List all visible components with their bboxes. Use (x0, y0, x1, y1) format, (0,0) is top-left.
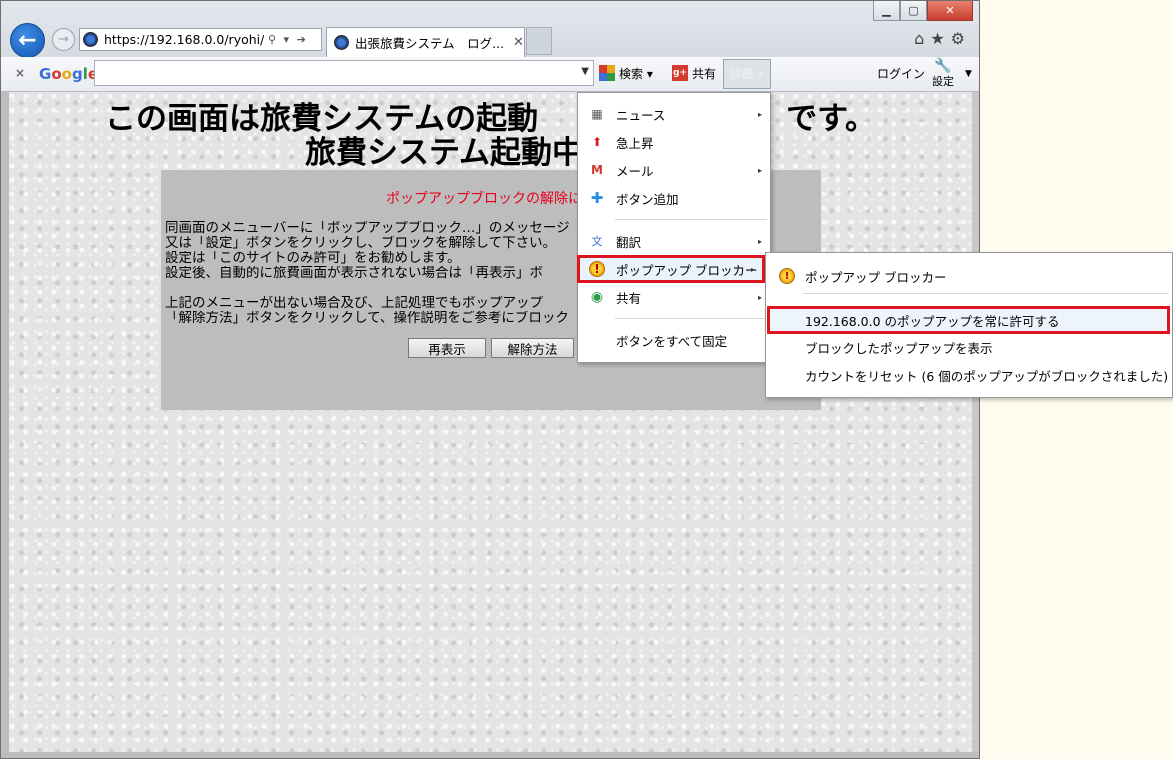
chevron-right-icon: ▸ (750, 264, 755, 274)
google-g-icon (599, 65, 615, 81)
share-icon: ◉ (590, 289, 604, 305)
new-tab-button[interactable] (526, 27, 552, 55)
tab-active[interactable]: 出張旅費システム ログ... ✕ (326, 27, 525, 57)
release-method-button[interactable]: 解除方法 (491, 338, 574, 358)
tab-close-icon[interactable]: ✕ (513, 35, 524, 50)
window-controls: ▁ ▢ ✕ (873, 1, 973, 21)
address-url[interactable]: https://192.168.0.0/ryohi/ow (104, 32, 264, 47)
menu-item-translate[interactable]: 文 翻訳 ▸ (578, 228, 770, 254)
tab-favicon-icon (334, 35, 349, 50)
address-actions[interactable]: ⚲ ▾ ➔ (268, 33, 308, 46)
vertical-scrollbar[interactable] (972, 92, 979, 752)
menu-item-share[interactable]: ◉ 共有 ▸ (578, 284, 770, 310)
minimize-button[interactable]: ▁ (873, 1, 900, 21)
google-plus-icon: g+ (672, 65, 688, 81)
translate-icon: 文 (591, 235, 603, 248)
submenu-title-popup-blocker[interactable]: ! ポップアップ ブロッカー (766, 263, 1006, 289)
menu-item-mail[interactable]: M メール ▸ (578, 157, 770, 183)
arrow-left-icon: ← (18, 28, 37, 53)
site-favicon-icon (83, 32, 98, 47)
gmail-icon: M (591, 163, 603, 177)
chevron-right-icon: ▸ (757, 165, 762, 175)
browser-chrome: ▁ ▢ ✕ ← → https://192.168.0.0/ryohi/ow ⚲… (1, 1, 979, 58)
trending-arrow-icon: ⬆ (591, 135, 603, 149)
menu-divider (615, 219, 767, 220)
google-logo: Google (39, 65, 99, 83)
popup-blocker-shield-icon: ! (589, 261, 605, 277)
back-button[interactable]: ← (10, 23, 45, 58)
browser-right-icons: ⌂ ★ ⚙ (914, 29, 965, 48)
favorites-star-icon[interactable]: ★ (930, 29, 944, 48)
chevron-down-icon: ▼ (965, 69, 972, 79)
forward-button[interactable]: → (52, 28, 75, 51)
wrench-icon: 🔧 (934, 57, 952, 74)
google-search-input[interactable]: ▼ (94, 60, 594, 86)
search-button[interactable]: 検索 ▾ (599, 63, 653, 83)
share-button[interactable]: g+ 共有 (672, 63, 716, 83)
maximize-button[interactable]: ▢ (900, 1, 927, 21)
google-toolbar: × Google ▼ 検索 ▾ g+ 共有 詳細 » ログイン 🔧 設定 ▼ (1, 57, 979, 92)
detail-button[interactable]: 詳細 » (723, 59, 771, 89)
menu-item-popup-blocker[interactable]: ! ポップアップ ブロッカー ▸ (577, 255, 765, 283)
login-button[interactable]: ログイン (877, 63, 925, 83)
menu-item-show-blocked-popups[interactable]: ブロックしたポップアップを表示 (766, 334, 1166, 360)
menu-item-reset-count[interactable]: カウントをリセット (6 個のポップアップがブロックされました) (766, 362, 1168, 388)
popup-blocker-submenu: ! ポップアップ ブロッカー 192.168.0.0 のポップアップを常に許可す… (765, 252, 1173, 398)
toolbar-close-icon[interactable]: × (15, 66, 25, 80)
refresh-button[interactable]: 再表示 (408, 338, 486, 358)
chevron-right-icon: ▸ (757, 236, 762, 246)
menu-item-news[interactable]: ▦ ニュース ▸ (578, 101, 770, 127)
address-bar[interactable]: https://192.168.0.0/ryohi/ow ⚲ ▾ ➔ (79, 28, 322, 51)
news-icon: ▦ (591, 107, 603, 121)
toolbar-overflow-menu: ▦ ニュース ▸ ⬆ 急上昇 M メール ▸ ✚ ボタン追加 文 翻訳 ▸ ! … (577, 92, 771, 363)
menu-divider (803, 293, 1169, 294)
menu-item-trending[interactable]: ⬆ 急上昇 (578, 129, 770, 155)
page-content: この画面は旅費システムの起動 です。 旅費システム起動中は閉じ ポップアップブロ… (9, 92, 972, 752)
chevron-down-icon[interactable]: ▼ (581, 66, 589, 77)
menu-item-pin-all-buttons[interactable]: ボタンをすべて固定 (578, 327, 770, 353)
home-icon[interactable]: ⌂ (914, 29, 924, 48)
menu-divider (615, 318, 767, 319)
close-button[interactable]: ✕ (927, 1, 973, 21)
menu-item-always-allow-popups[interactable]: 192.168.0.0 のポップアップを常に許可する (767, 306, 1170, 334)
arrow-right-icon: → (58, 32, 69, 47)
chevron-right-icon: ▸ (757, 292, 762, 302)
plus-icon: ✚ (590, 189, 604, 207)
settings-button[interactable]: 🔧 設定 ▼ (932, 57, 972, 90)
chevron-right-icon: ▸ (757, 109, 762, 119)
tab-label: 出張旅費システム ログ... (355, 36, 505, 51)
page-heading: この画面は旅費システムの起動 です。 旅費システム起動中は閉じ (105, 101, 876, 171)
menu-item-add-button[interactable]: ✚ ボタン追加 (578, 185, 770, 211)
popup-blocker-shield-icon: ! (779, 268, 795, 284)
tools-gear-icon[interactable]: ⚙ (951, 29, 965, 48)
